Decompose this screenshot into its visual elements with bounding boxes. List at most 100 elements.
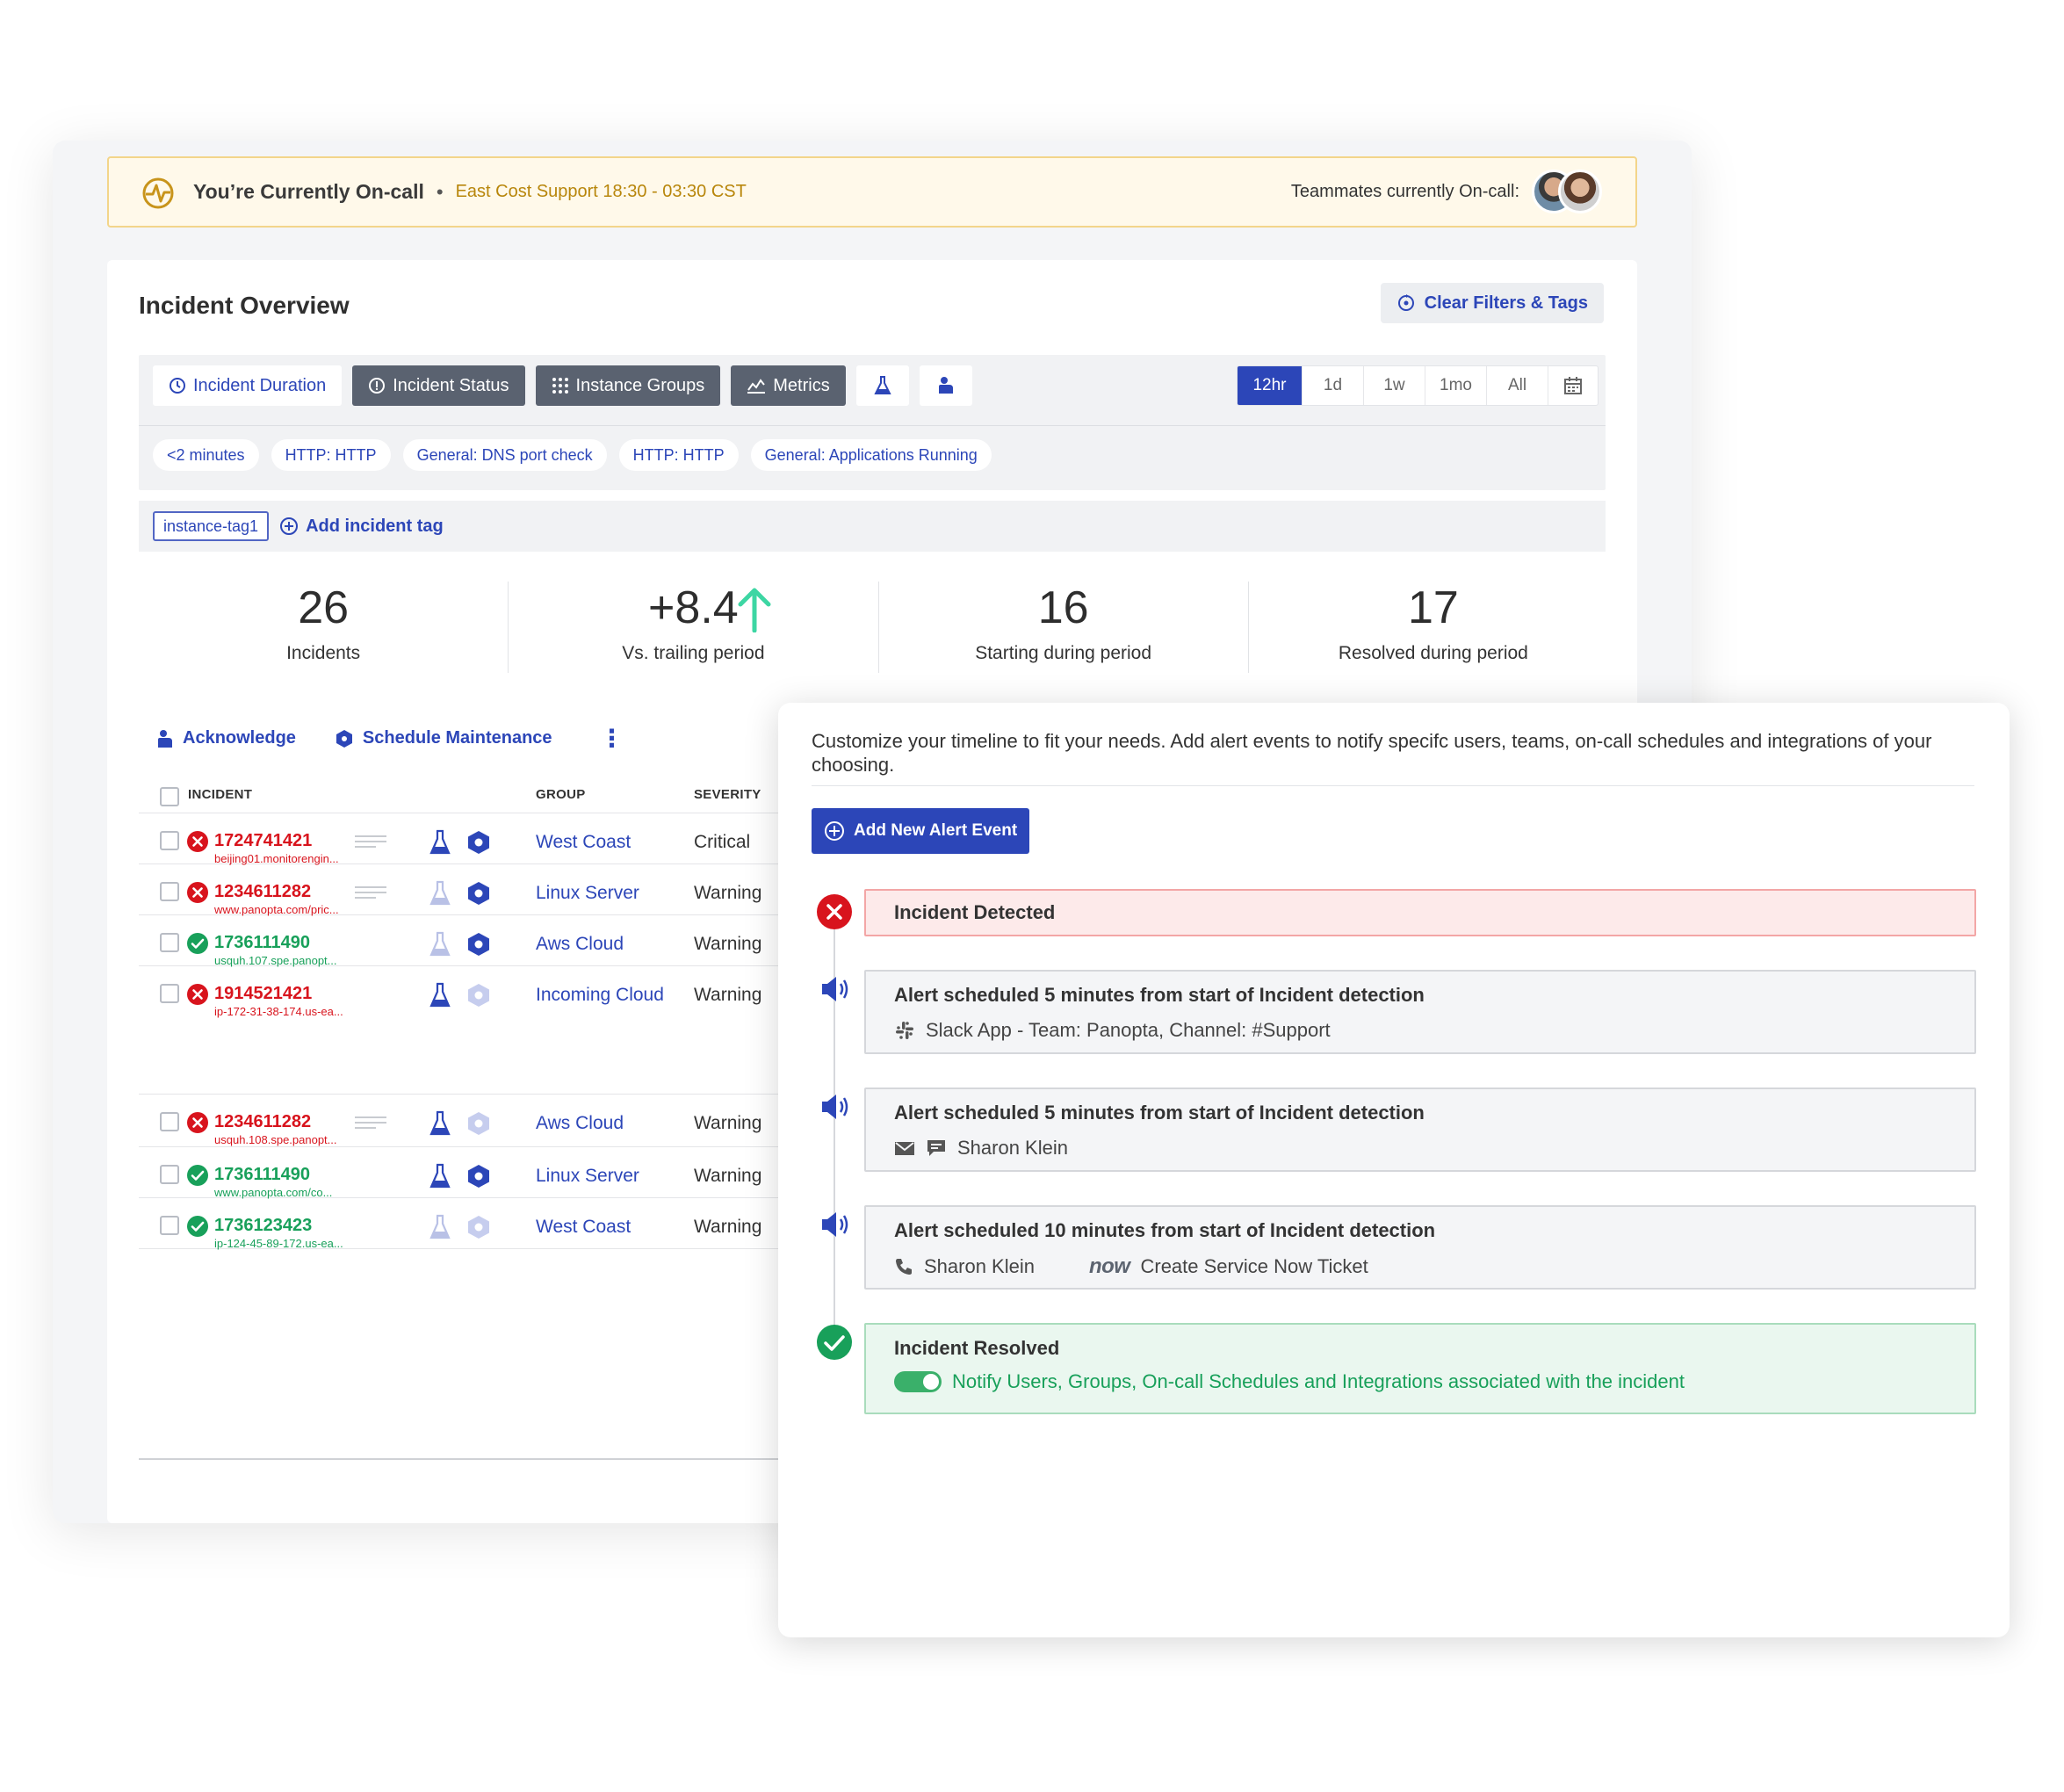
alert-targets: Sharon Klein now Create Service Now Tick…	[894, 1254, 1368, 1279]
tag-bar: instance-tag1 Add incident tag	[139, 501, 1606, 552]
schedule-maintenance-button[interactable]: Schedule Maintenance	[335, 728, 552, 748]
tab-metrics[interactable]: Metrics	[731, 365, 846, 406]
notes-icon	[355, 1116, 386, 1129]
filter-chip[interactable]: General: Applications Running	[750, 439, 992, 471]
incident-id-link[interactable]: 1234611282	[214, 882, 311, 902]
stat-label: Incidents	[286, 643, 361, 663]
filter-chip[interactable]: HTTP: HTTP	[271, 439, 391, 471]
maintenance-icon	[468, 1216, 489, 1239]
incident-id-link[interactable]: 1234611282	[214, 1112, 311, 1132]
error-icon	[187, 882, 208, 903]
group-link[interactable]: Aws Cloud	[536, 1113, 624, 1134]
row-checkbox[interactable]	[160, 984, 179, 1003]
megaphone-icon	[822, 977, 848, 1001]
row-checkbox[interactable]	[160, 1216, 179, 1235]
group-link[interactable]: Aws Cloud	[536, 934, 624, 955]
filter-chip[interactable]: <2 minutes	[153, 439, 259, 471]
alert-event-card[interactable]: Alert scheduled 5 minutes from start of …	[864, 1087, 1976, 1172]
acknowledge-icon	[938, 377, 953, 394]
range-all[interactable]: All	[1487, 366, 1548, 405]
flask-icon	[429, 1163, 451, 1189]
acknowledge-button[interactable]: Acknowledge	[156, 728, 296, 749]
card-title: Incident Resolved	[894, 1337, 1060, 1359]
error-icon	[187, 831, 208, 852]
flask-icon	[429, 829, 451, 855]
severity-value: Warning	[694, 883, 762, 903]
error-icon	[817, 894, 852, 929]
filter-chip[interactable]: HTTP: HTTP	[618, 439, 739, 471]
group-link[interactable]: Incoming Cloud	[536, 985, 664, 1006]
alert-target-text: Sharon Klein	[957, 1137, 1068, 1159]
row-checkbox[interactable]	[160, 831, 179, 850]
select-all-checkbox[interactable]	[160, 787, 179, 806]
tab-acknowledged[interactable]	[919, 365, 972, 406]
stat-value: 16	[1037, 582, 1089, 633]
teammate-avatars[interactable]	[1532, 169, 1604, 215]
flask-icon	[429, 982, 451, 1008]
more-actions-icon[interactable]: ⋮	[600, 724, 624, 753]
group-link[interactable]: West Coast	[536, 1217, 631, 1238]
tab-label: Instance Groups	[575, 375, 705, 395]
flask-icon	[429, 880, 451, 906]
slack-icon	[896, 1022, 913, 1039]
incident-id-link[interactable]: 1724741421	[214, 831, 312, 851]
reset-icon	[1397, 294, 1414, 311]
row-checkbox[interactable]	[160, 1112, 179, 1131]
card-title: Alert scheduled 5 minutes from start of …	[894, 984, 1425, 1006]
flask-icon	[874, 376, 891, 394]
teammates-oncall: Teammates currently On-call:	[1290, 169, 1604, 215]
row-checkbox[interactable]	[160, 1165, 179, 1184]
alert-event-card[interactable]: Alert scheduled 10 minutes from start of…	[864, 1205, 1976, 1290]
error-icon	[187, 984, 208, 1005]
add-alert-event-button[interactable]: Add New Alert Event	[812, 808, 1030, 854]
check-circle-icon	[187, 933, 208, 954]
notes-icon	[355, 886, 386, 899]
add-alert-label: Add New Alert Event	[854, 821, 1018, 840]
stat-value: 26	[298, 582, 350, 633]
tab-incident-status[interactable]: Incident Status	[352, 365, 525, 406]
column-incident[interactable]: INCIDENT	[188, 787, 252, 802]
add-tag-label: Add incident tag	[306, 516, 444, 536]
resolved-notify-text: Notify Users, Groups, On-call Schedules …	[952, 1370, 1685, 1392]
oncall-separator: •	[436, 180, 444, 203]
range-1w[interactable]: 1w	[1364, 366, 1425, 405]
teammates-label: Teammates currently On-call:	[1290, 182, 1519, 201]
range-12hr[interactable]: 12hr	[1238, 366, 1303, 405]
alert-event-card[interactable]: Alert scheduled 5 minutes from start of …	[864, 970, 1976, 1054]
column-severity[interactable]: SEVERITY	[694, 787, 761, 802]
flask-icon	[429, 931, 451, 957]
tab-label: Metrics	[773, 375, 830, 395]
group-link[interactable]: Linux Server	[536, 883, 639, 904]
incident-host: beijing01.monitorengin...	[214, 852, 339, 865]
row-checkbox[interactable]	[160, 933, 179, 952]
tab-instance-groups[interactable]: Instance Groups	[535, 365, 721, 406]
add-incident-tag-button[interactable]: Add incident tag	[279, 517, 444, 537]
tab-incident-duration[interactable]: Incident Duration	[153, 365, 343, 406]
row-checkbox[interactable]	[160, 882, 179, 901]
alert-timeline-panel: Customize your timeline to fit your need…	[778, 703, 2010, 1637]
metrics-icon	[747, 379, 766, 394]
group-link[interactable]: West Coast	[536, 832, 631, 853]
column-group[interactable]: GROUP	[536, 787, 586, 802]
incident-id-link[interactable]: 1736123423	[214, 1216, 312, 1236]
range-1mo[interactable]: 1mo	[1425, 366, 1487, 405]
incident-id-link[interactable]: 1736111490	[214, 1165, 310, 1185]
clear-filters-button[interactable]: Clear Filters & Tags	[1380, 283, 1604, 323]
range-calendar[interactable]	[1548, 366, 1598, 405]
incident-host: www.panopta.com/pric...	[214, 903, 339, 916]
flask-icon	[429, 1214, 451, 1239]
schedule-maintenance-label: Schedule Maintenance	[362, 728, 552, 748]
group-link[interactable]: Linux Server	[536, 1166, 639, 1187]
notify-toggle[interactable]	[894, 1371, 942, 1392]
severity-value: Critical	[694, 832, 751, 852]
avatar[interactable]	[1558, 169, 1602, 213]
incident-id-link[interactable]: 1736111490	[214, 933, 310, 953]
incident-stats: 26 Incidents +8.4 Vs. trailing period 16…	[139, 582, 1618, 673]
incident-id-link[interactable]: 1914521421	[214, 984, 312, 1004]
filter-chip[interactable]: General: DNS port check	[402, 439, 607, 471]
tab-lab[interactable]	[855, 365, 909, 406]
acknowledge-icon	[158, 729, 172, 748]
clear-filters-label: Clear Filters & Tags	[1424, 293, 1588, 313]
range-1d[interactable]: 1d	[1303, 366, 1364, 405]
incident-tag[interactable]: instance-tag1	[153, 511, 270, 541]
